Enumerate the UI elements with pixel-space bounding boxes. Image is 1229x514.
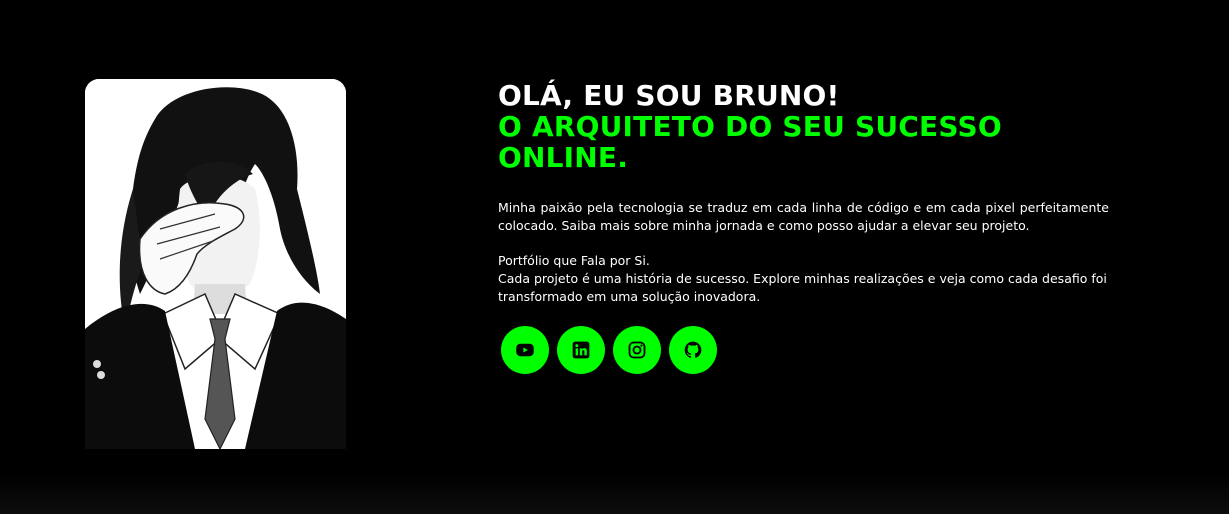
portfolio-block: Portfólio que Fala por Si. Cada projeto … xyxy=(498,252,1109,306)
github-button[interactable] xyxy=(669,326,717,374)
linkedin-button[interactable] xyxy=(557,326,605,374)
bottom-fade xyxy=(0,474,1229,514)
social-links xyxy=(498,326,1109,374)
headline-greeting: OLÁ, EU SOU BRUNO! xyxy=(498,79,840,112)
hero-headline: OLÁ, EU SOU BRUNO! O ARQUITETO DO SEU SU… xyxy=(498,80,1109,173)
headline-tagline-line-2: ONLINE. xyxy=(498,141,629,174)
instagram-button[interactable] xyxy=(613,326,661,374)
portfolio-text: Cada projeto é uma história de sucesso. … xyxy=(498,271,1107,304)
hero-content: OLÁ, EU SOU BRUNO! O ARQUITETO DO SEU SU… xyxy=(498,80,1109,374)
instagram-icon xyxy=(628,341,646,359)
headline-tagline-line-1: O ARQUITETO DO SEU SUCESSO xyxy=(498,110,1002,143)
youtube-button[interactable] xyxy=(501,326,549,374)
intro-paragraph: Minha paixão pela tecnologia se traduz e… xyxy=(498,200,1109,233)
youtube-icon xyxy=(516,343,534,357)
linkedin-icon xyxy=(572,341,590,359)
github-icon xyxy=(684,341,702,358)
profile-portrait xyxy=(85,79,346,449)
portfolio-title: Portfólio que Fala por Si. xyxy=(498,253,650,268)
